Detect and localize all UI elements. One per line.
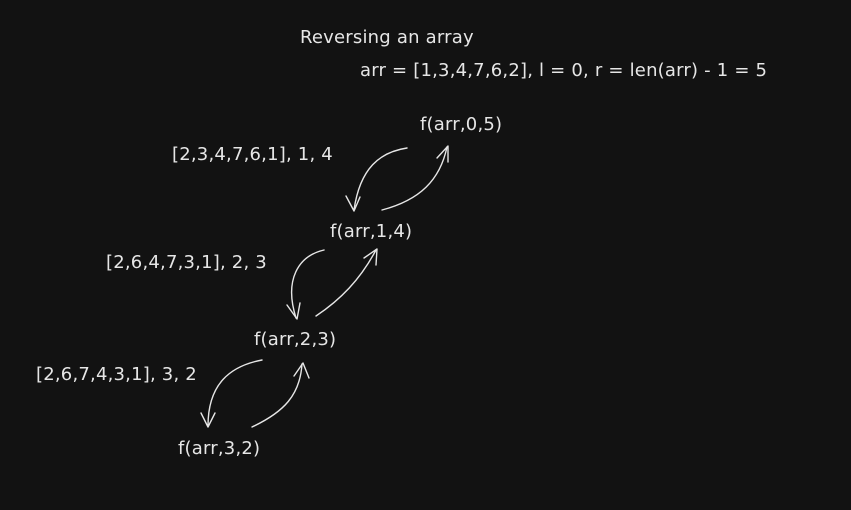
diagram-canvas: Reversing an array arr = [1,3,4,7,6,2], … bbox=[0, 0, 851, 510]
return-arrow-2-up bbox=[251, 363, 303, 428]
call-arrow-0-down bbox=[353, 147, 408, 211]
call-arrows bbox=[200, 145, 449, 428]
return-arrow-0-up bbox=[381, 146, 448, 211]
call-arrow-2-down bbox=[207, 359, 263, 427]
call-arrow-0-down-head bbox=[345, 195, 361, 212]
call-arrow-1-down bbox=[291, 249, 325, 319]
return-arrow-0-up-head bbox=[436, 145, 449, 163]
return-arrow-1-up bbox=[315, 249, 377, 317]
